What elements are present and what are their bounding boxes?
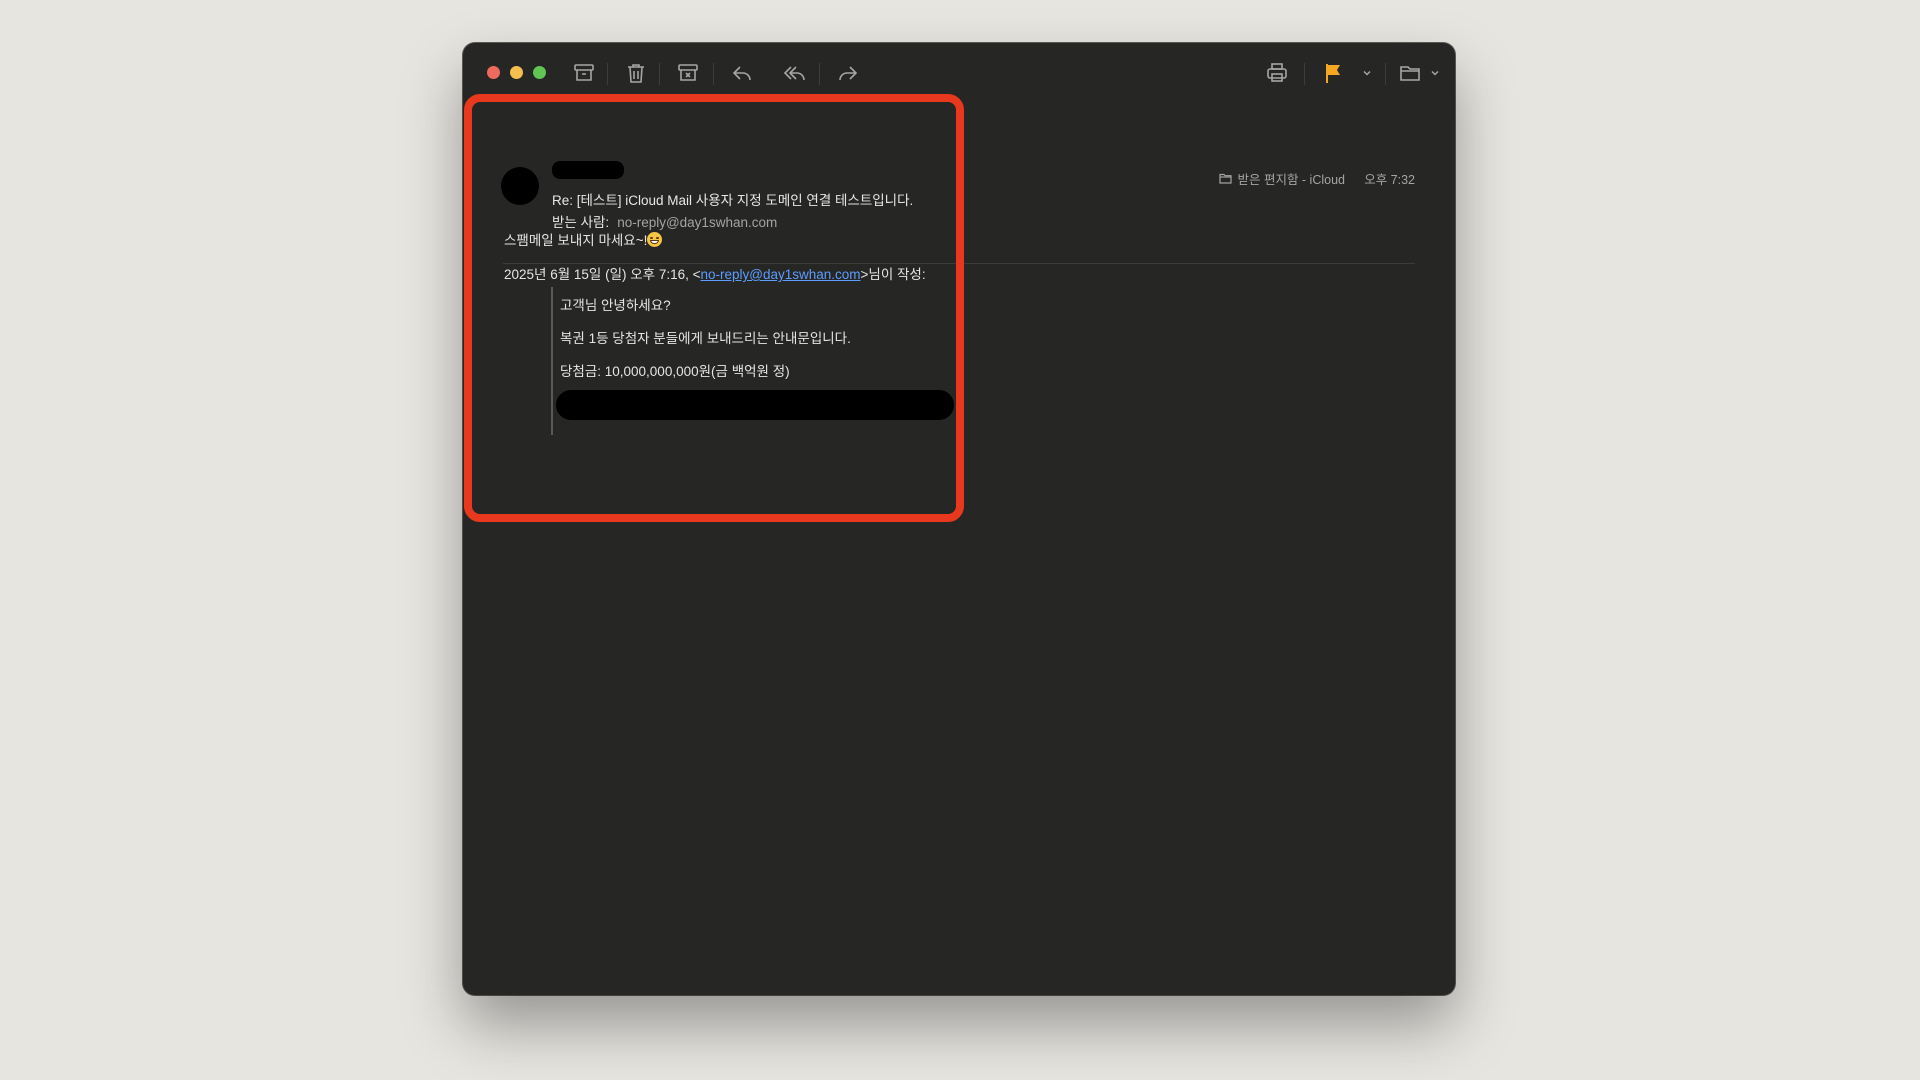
flag-menu-chevron[interactable]: [1361, 66, 1373, 80]
toolbar-separator: [1304, 63, 1305, 85]
archive-button[interactable]: [569, 60, 599, 86]
toolbar-separator: [607, 63, 608, 85]
quote-header-suffix: >님이 작성:: [860, 267, 926, 282]
reply-all-button[interactable]: [780, 60, 810, 86]
move-to-folder-icon: [1400, 66, 1420, 81]
quoted-line: 고객님 안녕하세요?: [560, 298, 671, 313]
trash-icon: [628, 64, 644, 83]
junk-button[interactable]: [673, 60, 703, 86]
delete-button[interactable]: [621, 60, 651, 86]
move-to-folder-button[interactable]: [1395, 60, 1425, 86]
toolbar-separator: [659, 63, 660, 85]
reply-button[interactable]: [727, 60, 757, 86]
to-label: 받는 사람:: [552, 215, 610, 230]
zoom-window-button[interactable]: [533, 66, 546, 79]
forward-icon: [839, 66, 858, 81]
message-header: Re: [테스트] iCloud Mail 사용자 지정 도메인 연결 테스트입…: [463, 103, 1455, 264]
toolbar-separator: [713, 63, 714, 85]
folder-icon: [1219, 173, 1233, 184]
recipient-line: 받는 사람: no-reply@day1swhan.com: [552, 211, 777, 231]
archive-icon: [574, 64, 594, 81]
to-address[interactable]: no-reply@day1swhan.com: [617, 215, 777, 230]
body-line: 스팸메일 보내지 마세요~!: [504, 229, 663, 249]
chevron-down-icon: [1431, 70, 1439, 76]
junk-icon: [678, 64, 698, 81]
message-subject: Re: [테스트] iCloud Mail 사용자 지정 도메인 연결 테스트입…: [552, 193, 914, 208]
quoted-line: 복권 1등 당첨자 분들에게 보내드리는 안내문입니다.: [560, 331, 851, 346]
grinning-face-emoji-icon: [647, 232, 663, 247]
sender-email-link[interactable]: no-reply@day1swhan.com: [700, 267, 860, 282]
quote-header-date: 2025년 6월 15일 (일) 오후 7:16, <: [504, 267, 701, 282]
quote-header: 2025년 6월 15일 (일) 오후 7:16, <no-reply@day1…: [504, 263, 926, 283]
avatar: [501, 167, 539, 205]
forward-button[interactable]: [833, 60, 863, 86]
toolbar-separator: [819, 63, 820, 85]
print-button[interactable]: [1262, 60, 1292, 86]
print-icon: [1267, 63, 1287, 82]
message-time: 오후 7:32: [1364, 173, 1415, 187]
close-window-button[interactable]: [487, 66, 500, 79]
reply-all-icon: [783, 66, 805, 81]
body-text: 스팸메일 보내지 마세요~!: [504, 233, 648, 248]
mailbox-name: 받은 편지함 - iCloud: [1237, 173, 1345, 187]
mailbox-label[interactable]: 받은 편지함 - iCloud: [1219, 169, 1345, 188]
redacted-sender-name: [552, 161, 624, 179]
quoted-line: 당첨금: 10,000,000,000원(금 백억원 정): [560, 364, 790, 379]
flag-icon: [1326, 64, 1340, 83]
minimize-window-button[interactable]: [510, 66, 523, 79]
move-menu-chevron[interactable]: [1429, 66, 1441, 80]
reply-icon: [732, 66, 751, 81]
toolbar-separator: [1385, 63, 1386, 85]
chevron-down-icon: [1363, 70, 1371, 76]
flag-button[interactable]: [1318, 60, 1348, 86]
toolbar: [463, 43, 1455, 103]
mail-window: Re: [테스트] iCloud Mail 사용자 지정 도메인 연결 테스트입…: [463, 43, 1455, 995]
quoted-message: 고객님 안녕하세요? 복권 1등 당첨자 분들에게 보내드리는 안내문입니다. …: [551, 287, 954, 435]
redacted-content-bar: [556, 390, 954, 420]
